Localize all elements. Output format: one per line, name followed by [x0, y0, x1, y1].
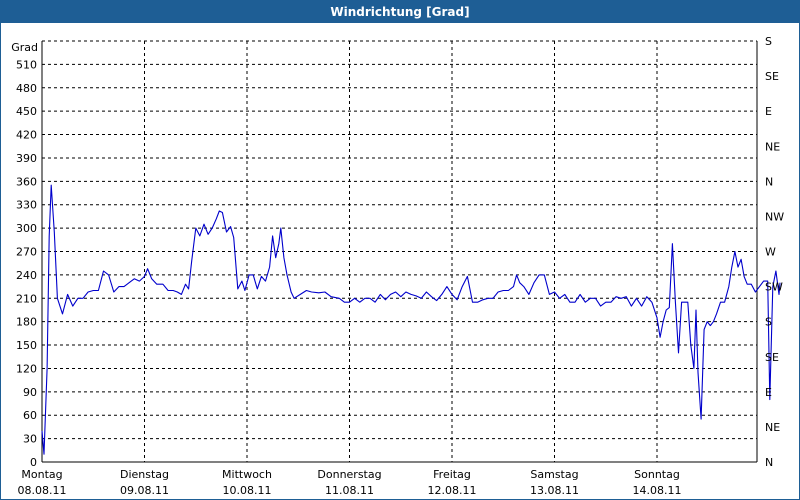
- series: [41, 184, 781, 455]
- x-tick-day-label: Montag: [21, 468, 62, 481]
- x-tick-day-label: Samstag: [530, 468, 578, 481]
- y-tick-label: 150: [16, 339, 37, 352]
- y-tick-label: 390: [16, 152, 37, 165]
- right-axis-label: S: [765, 35, 772, 48]
- y-tick-label: 240: [16, 269, 37, 282]
- chart-window: Windrichtung [Grad] 0 30 60 90 120 150 180 210 2…: [0, 0, 800, 500]
- right-axis-label: N: [765, 456, 773, 469]
- y-tick-label: 60: [23, 409, 37, 422]
- x-tick-date-label: 10.08.11: [223, 484, 272, 497]
- right-axis-label: SW: [765, 281, 783, 294]
- y-tick-label: 480: [16, 82, 37, 95]
- x-tick-date-label: 08.08.11: [18, 484, 67, 497]
- right-axis-label: SE: [765, 351, 779, 364]
- y-axis-title: Grad: [11, 41, 38, 54]
- y-tick-label: 270: [16, 246, 37, 259]
- y-tick-label: 210: [16, 292, 37, 305]
- y-tick-label: 30: [23, 433, 37, 446]
- y-tick-label: 330: [16, 199, 37, 212]
- x-tick-date-label: 14.08.11: [633, 484, 682, 497]
- right-axis-label: NE: [765, 140, 780, 153]
- x-tick-date-label: 13.08.11: [530, 484, 579, 497]
- series-line: [41, 184, 781, 455]
- x-tick-date-label: 09.08.11: [120, 484, 169, 497]
- y-tick-label: 300: [16, 222, 37, 235]
- right-axis-label: NE: [765, 421, 780, 434]
- right-axis-label: E: [765, 105, 772, 118]
- x-tick-day-label: Freitag: [433, 468, 471, 481]
- wind-direction-chart: 0306090120150180210240270300330360390420…: [11, 35, 784, 497]
- x-tick-date-label: 12.08.11: [428, 484, 477, 497]
- y-tick-label: 180: [16, 316, 37, 329]
- y-tick-label: 450: [16, 105, 37, 118]
- x-tick-date-label: 11.08.11: [325, 484, 374, 497]
- grid: [42, 40, 757, 462]
- x-tick-day-label: Mittwoch: [222, 468, 272, 481]
- right-axis-label: NW: [765, 210, 784, 223]
- y-tick-label: 120: [16, 362, 37, 375]
- x-tick-day-label: Donnerstag: [317, 468, 381, 481]
- tick-labels: 0306090120150180210240270300330360390420…: [11, 35, 784, 497]
- right-axis-label: N: [765, 175, 773, 188]
- right-axis-label: S: [765, 316, 772, 329]
- y-tick-label: 90: [23, 386, 37, 399]
- right-axis-label: SE: [765, 70, 779, 83]
- right-axis-label: W: [765, 246, 776, 259]
- chart-title: Windrichtung [Grad]: [1, 1, 799, 23]
- x-tick-day-label: Dienstag: [120, 468, 169, 481]
- y-tick-label: 510: [16, 58, 37, 71]
- x-tick-day-label: Sonntag: [634, 468, 680, 481]
- y-tick-label: 420: [16, 129, 37, 142]
- right-axis-label: E: [765, 386, 772, 399]
- y-tick-label: 360: [16, 175, 37, 188]
